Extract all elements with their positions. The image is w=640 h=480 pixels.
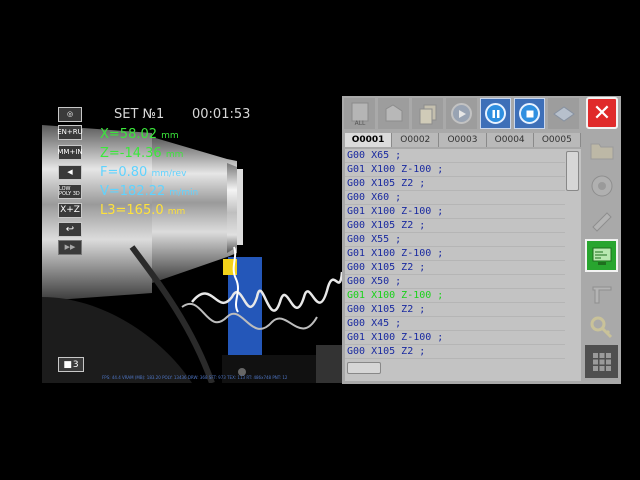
units-toggle-button[interactable]: MM+IN — [57, 145, 83, 160]
side-toolbar — [583, 133, 621, 383]
all-label: ALL — [354, 120, 365, 127]
stop-icon[interactable] — [514, 98, 545, 129]
program-editor-icon[interactable] — [585, 239, 618, 272]
coord-speed-value: V=182.22 — [100, 184, 166, 199]
code-line[interactable]: G01 X100 Z-100 ; — [345, 163, 565, 177]
open-file-icon[interactable] — [378, 98, 409, 129]
tab-o0004[interactable]: O0004 — [486, 133, 534, 147]
tab-o0002[interactable]: O0002 — [392, 133, 440, 147]
code-line[interactable]: G00 X105 Z2 ; — [345, 261, 565, 275]
coord-l3-unit: mm — [167, 207, 186, 217]
coord-feed-value: F=0.80 — [100, 165, 148, 180]
coord-feed-unit: mm/rev — [151, 169, 187, 179]
tab-o0003[interactable]: O0003 — [439, 133, 487, 147]
tab-o0005[interactable]: O0005 — [533, 133, 581, 147]
play-icon[interactable] — [446, 98, 477, 129]
coord-speed-unit: m/min — [169, 188, 199, 198]
code-line[interactable]: G00 X65 ; — [345, 149, 565, 163]
code-line[interactable]: G00 X55 ; — [345, 233, 565, 247]
set-label: SET №1 — [114, 107, 165, 122]
program-tabs: O0001 O0002 O0003 O0004 O0005 — [345, 133, 581, 147]
timer: 00:01:53 — [192, 107, 251, 122]
code-line[interactable]: G00 X105 Z2 ; — [345, 303, 565, 317]
code-line[interactable]: G00 X105 Z2 ; — [345, 345, 565, 359]
coord-speed: V=182.22 m/min — [100, 184, 198, 199]
turret — [316, 345, 342, 383]
key-icon[interactable] — [585, 311, 618, 344]
tab-o0001[interactable]: O0001 — [345, 133, 393, 147]
folder-icon[interactable] — [585, 133, 618, 166]
sound-icon[interactable]: ◀ — [58, 165, 82, 180]
pause-icon-circle — [485, 103, 506, 124]
fast-forward-icon[interactable]: ▶▶ — [58, 240, 82, 255]
code-line[interactable]: G00 X105 Z2 ; — [345, 177, 565, 191]
camera-icon[interactable]: ◎ — [58, 107, 82, 122]
coord-z-value: Z=-14.36 — [100, 146, 162, 161]
horizontal-scrollbar[interactable] — [347, 362, 381, 374]
vertical-scrollbar[interactable] — [566, 151, 579, 191]
play-icon-circle — [451, 103, 472, 124]
caliper-icon[interactable] — [585, 277, 618, 310]
code-line[interactable]: G01 X100 Z-100 ; — [345, 247, 565, 261]
fps-stats: FPS: 44.4 VRAM (MB): 183.20 POLY: 13436 … — [102, 375, 288, 380]
coord-l3-value: L3=165.0 — [100, 203, 164, 218]
coord-z-unit: mm — [165, 150, 184, 160]
coord-l3: L3=165.0 mm — [100, 203, 185, 218]
lathe-viewport[interactable]: SET №1 00:01:53 X=58.02 mm Z=-14.36 mm F… — [42, 97, 342, 383]
tool-icon[interactable] — [585, 205, 618, 238]
code-line[interactable]: G01 X100 Z-100 ; — [345, 331, 565, 345]
program-panel: ALL ✕ O0001 O0002 O0003 O0004 O0005 G00 … — [342, 96, 621, 384]
code-editor[interactable]: G00 X65 ; G01 X100 Z-100 ; G00 X105 Z2 ;… — [345, 149, 581, 381]
low-poly-3d-button[interactable]: LOW POLY 3D — [58, 184, 82, 199]
workpiece — [227, 163, 237, 253]
code-line-current[interactable]: G01 X100 Z-100 ; — [345, 289, 565, 303]
coord-x-value: X=58.02 — [100, 127, 158, 142]
return-icon[interactable]: ↩ — [58, 222, 82, 237]
camera-count: 3 — [72, 359, 79, 370]
eraser-icon[interactable] — [548, 98, 579, 129]
video-camera-icon: ■ — [63, 359, 72, 370]
camera-view-button[interactable]: ■ 3 — [58, 357, 84, 372]
copy-icon[interactable] — [412, 98, 443, 129]
coord-x: X=58.02 mm — [100, 127, 179, 142]
chuck-icon[interactable] — [585, 169, 618, 202]
workpiece-end — [237, 169, 243, 245]
toolbar: ALL ✕ — [342, 96, 621, 132]
stop-icon-circle — [519, 103, 540, 124]
close-icon: ✕ — [592, 100, 612, 126]
axis-toggle-button[interactable]: X+Z — [58, 203, 82, 218]
coord-x-unit: mm — [161, 131, 179, 141]
coord-z: Z=-14.36 mm — [100, 146, 183, 161]
close-button[interactable]: ✕ — [586, 97, 618, 129]
keypad-icon[interactable] — [585, 345, 618, 378]
code-line[interactable]: G00 X105 Z2 ; — [345, 219, 565, 233]
list-all-icon[interactable]: ALL — [344, 98, 375, 129]
metal-chips — [191, 271, 342, 312]
coord-feed: F=0.80 mm/rev — [100, 165, 186, 180]
language-toggle-button[interactable]: EN+RU — [57, 125, 83, 140]
code-line[interactable]: G00 X50 ; — [345, 275, 565, 289]
code-line[interactable]: G00 X45 ; — [345, 317, 565, 331]
pause-icon[interactable] — [480, 98, 511, 129]
code-line[interactable]: G01 X100 Z-100 ; — [345, 205, 565, 219]
code-line[interactable]: G00 X60 ; — [345, 191, 565, 205]
lathe-scene — [42, 125, 342, 383]
